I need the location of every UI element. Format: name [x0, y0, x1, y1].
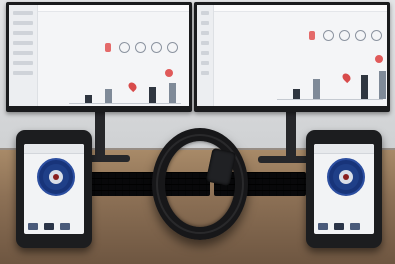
person-icon	[323, 30, 334, 41]
police-badge-icon	[37, 158, 75, 196]
chart-bar	[85, 95, 92, 103]
screen-baseline	[277, 99, 383, 100]
menu-icon	[60, 223, 70, 230]
people-icon	[167, 42, 178, 53]
call-icon	[44, 223, 54, 230]
home-icon	[135, 42, 146, 53]
screen-topbar	[197, 5, 387, 12]
location-pin-icon	[126, 80, 139, 93]
menu-icon	[350, 223, 360, 230]
monitor-left-screen	[9, 5, 189, 106]
tag-icon	[309, 31, 315, 40]
tracking-device-left	[16, 130, 92, 248]
chart-bar	[293, 89, 300, 99]
monitor-left	[6, 2, 192, 112]
monitor-right	[194, 2, 390, 112]
police-badge-icon	[327, 158, 365, 196]
ankle-bracelet-highlight	[156, 134, 244, 234]
alert-dot-icon	[375, 55, 383, 63]
device-status-bar	[24, 144, 84, 154]
monitor-right-screen	[197, 5, 387, 106]
message-icon	[28, 223, 38, 230]
chart-bar	[105, 89, 112, 103]
call-icon	[334, 223, 344, 230]
people-icon	[151, 42, 162, 53]
people-icon	[355, 30, 366, 41]
chart-bar	[149, 87, 156, 103]
message-icon	[318, 223, 328, 230]
monitor-left-stand	[95, 110, 105, 158]
screen-baseline	[69, 103, 181, 104]
chart-bar	[169, 83, 176, 103]
chart-bar	[379, 71, 386, 99]
people-icon	[371, 30, 382, 41]
home-icon	[339, 30, 350, 41]
screen-sidebar	[9, 5, 38, 106]
tracking-device-right	[306, 130, 382, 248]
person-icon	[119, 42, 130, 53]
device-left-screen	[24, 144, 84, 234]
location-pin-icon	[340, 71, 353, 84]
photo-scene	[0, 0, 395, 264]
monitor-right-stand	[286, 110, 296, 160]
device-right-screen	[314, 144, 374, 234]
tag-icon	[105, 43, 111, 52]
chart-bar	[313, 79, 320, 99]
alert-dot-icon	[165, 69, 173, 77]
device-status-bar	[314, 144, 374, 154]
chart-bar	[361, 75, 368, 99]
screen-sidebar	[197, 5, 214, 106]
